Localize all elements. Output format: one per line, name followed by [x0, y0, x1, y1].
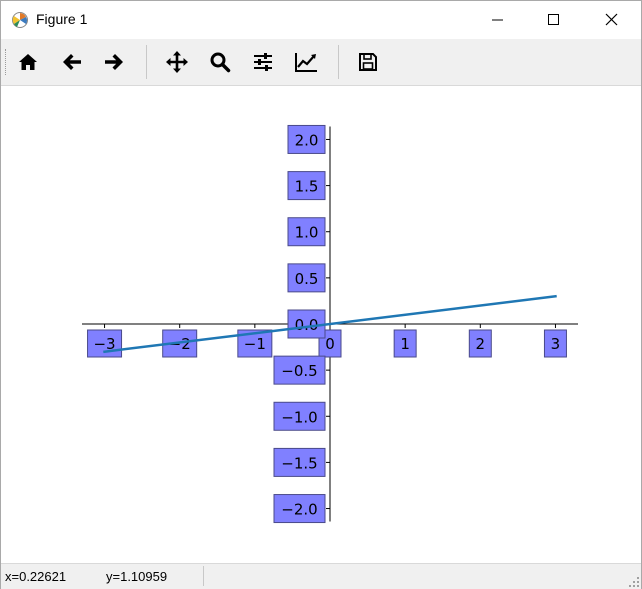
move-icon: [166, 51, 188, 73]
toolbar-separator: [146, 45, 147, 79]
y-tick-label: 1.0: [295, 224, 319, 242]
line-chart-icon: [295, 53, 317, 72]
x-tick-label: 0: [325, 335, 335, 353]
cursor-y-readout: y=1.10959: [106, 569, 168, 584]
x-tick-label: 2: [476, 335, 486, 353]
y-tick-label: 1.5: [295, 178, 319, 196]
arrow-right-icon: [105, 54, 123, 70]
y-tick-label: 0.5: [295, 270, 319, 288]
figure-canvas[interactable]: −3 −2 −1 0 1 2 3 −2.0 −1.5 −1.0 −0.5 0.0 0.5 1.0 1.5 2.…: [1, 86, 641, 562]
forward-button[interactable]: [98, 46, 130, 78]
toolbar-grip[interactable]: [5, 49, 9, 75]
resize-grip-icon[interactable]: [629, 577, 639, 587]
y-tick-label: −2.0: [281, 501, 317, 519]
chart-area[interactable]: −3 −2 −1 0 1 2 3−2.0−1.5−1.0−0.50.00.51.01.52.…: [1, 86, 641, 562]
floppy-disk-icon: [359, 53, 377, 71]
sliders-icon: [254, 53, 272, 71]
minimize-button[interactable]: [468, 1, 526, 39]
y-tick-label: −1.0: [281, 408, 317, 426]
zoom-button[interactable]: [204, 46, 236, 78]
status-divider: [203, 566, 204, 586]
cursor-x-readout: x=0.22621: [5, 569, 67, 584]
home-icon: [19, 54, 37, 70]
arrow-left-icon: [63, 54, 81, 70]
navigation-toolbar: [1, 39, 641, 86]
toolbar-separator: [338, 45, 339, 79]
home-button[interactable]: [12, 46, 44, 78]
y-tick-label: −0.5: [281, 362, 317, 380]
y-tick-label: 2.0: [295, 131, 319, 149]
maximize-button[interactable]: [525, 1, 583, 39]
figure-window: Figure 1 −3 −2 −1 0 1 2 3 −2.0 −1.5 −1.0…: [0, 0, 642, 589]
x-tick-label: 3: [551, 335, 561, 353]
minimize-icon: [492, 19, 503, 21]
x-tick-label: 1: [400, 335, 410, 353]
subplots-button[interactable]: [247, 46, 279, 78]
close-icon: [605, 13, 618, 26]
x-tick-label: −1: [244, 335, 266, 353]
status-bar: x=0.22621 y=1.10959: [1, 563, 641, 589]
pan-button[interactable]: [161, 46, 193, 78]
window-title: Figure 1: [36, 11, 88, 27]
y-tick-label: −1.5: [281, 454, 317, 472]
title-bar[interactable]: Figure 1: [1, 1, 641, 39]
close-button[interactable]: [583, 1, 641, 39]
maximize-icon: [548, 14, 559, 25]
save-button[interactable]: [352, 46, 384, 78]
back-button[interactable]: [56, 46, 88, 78]
edit-axes-button[interactable]: [290, 46, 322, 78]
magnifier-icon: [210, 52, 231, 73]
matplotlib-icon: [12, 12, 28, 28]
